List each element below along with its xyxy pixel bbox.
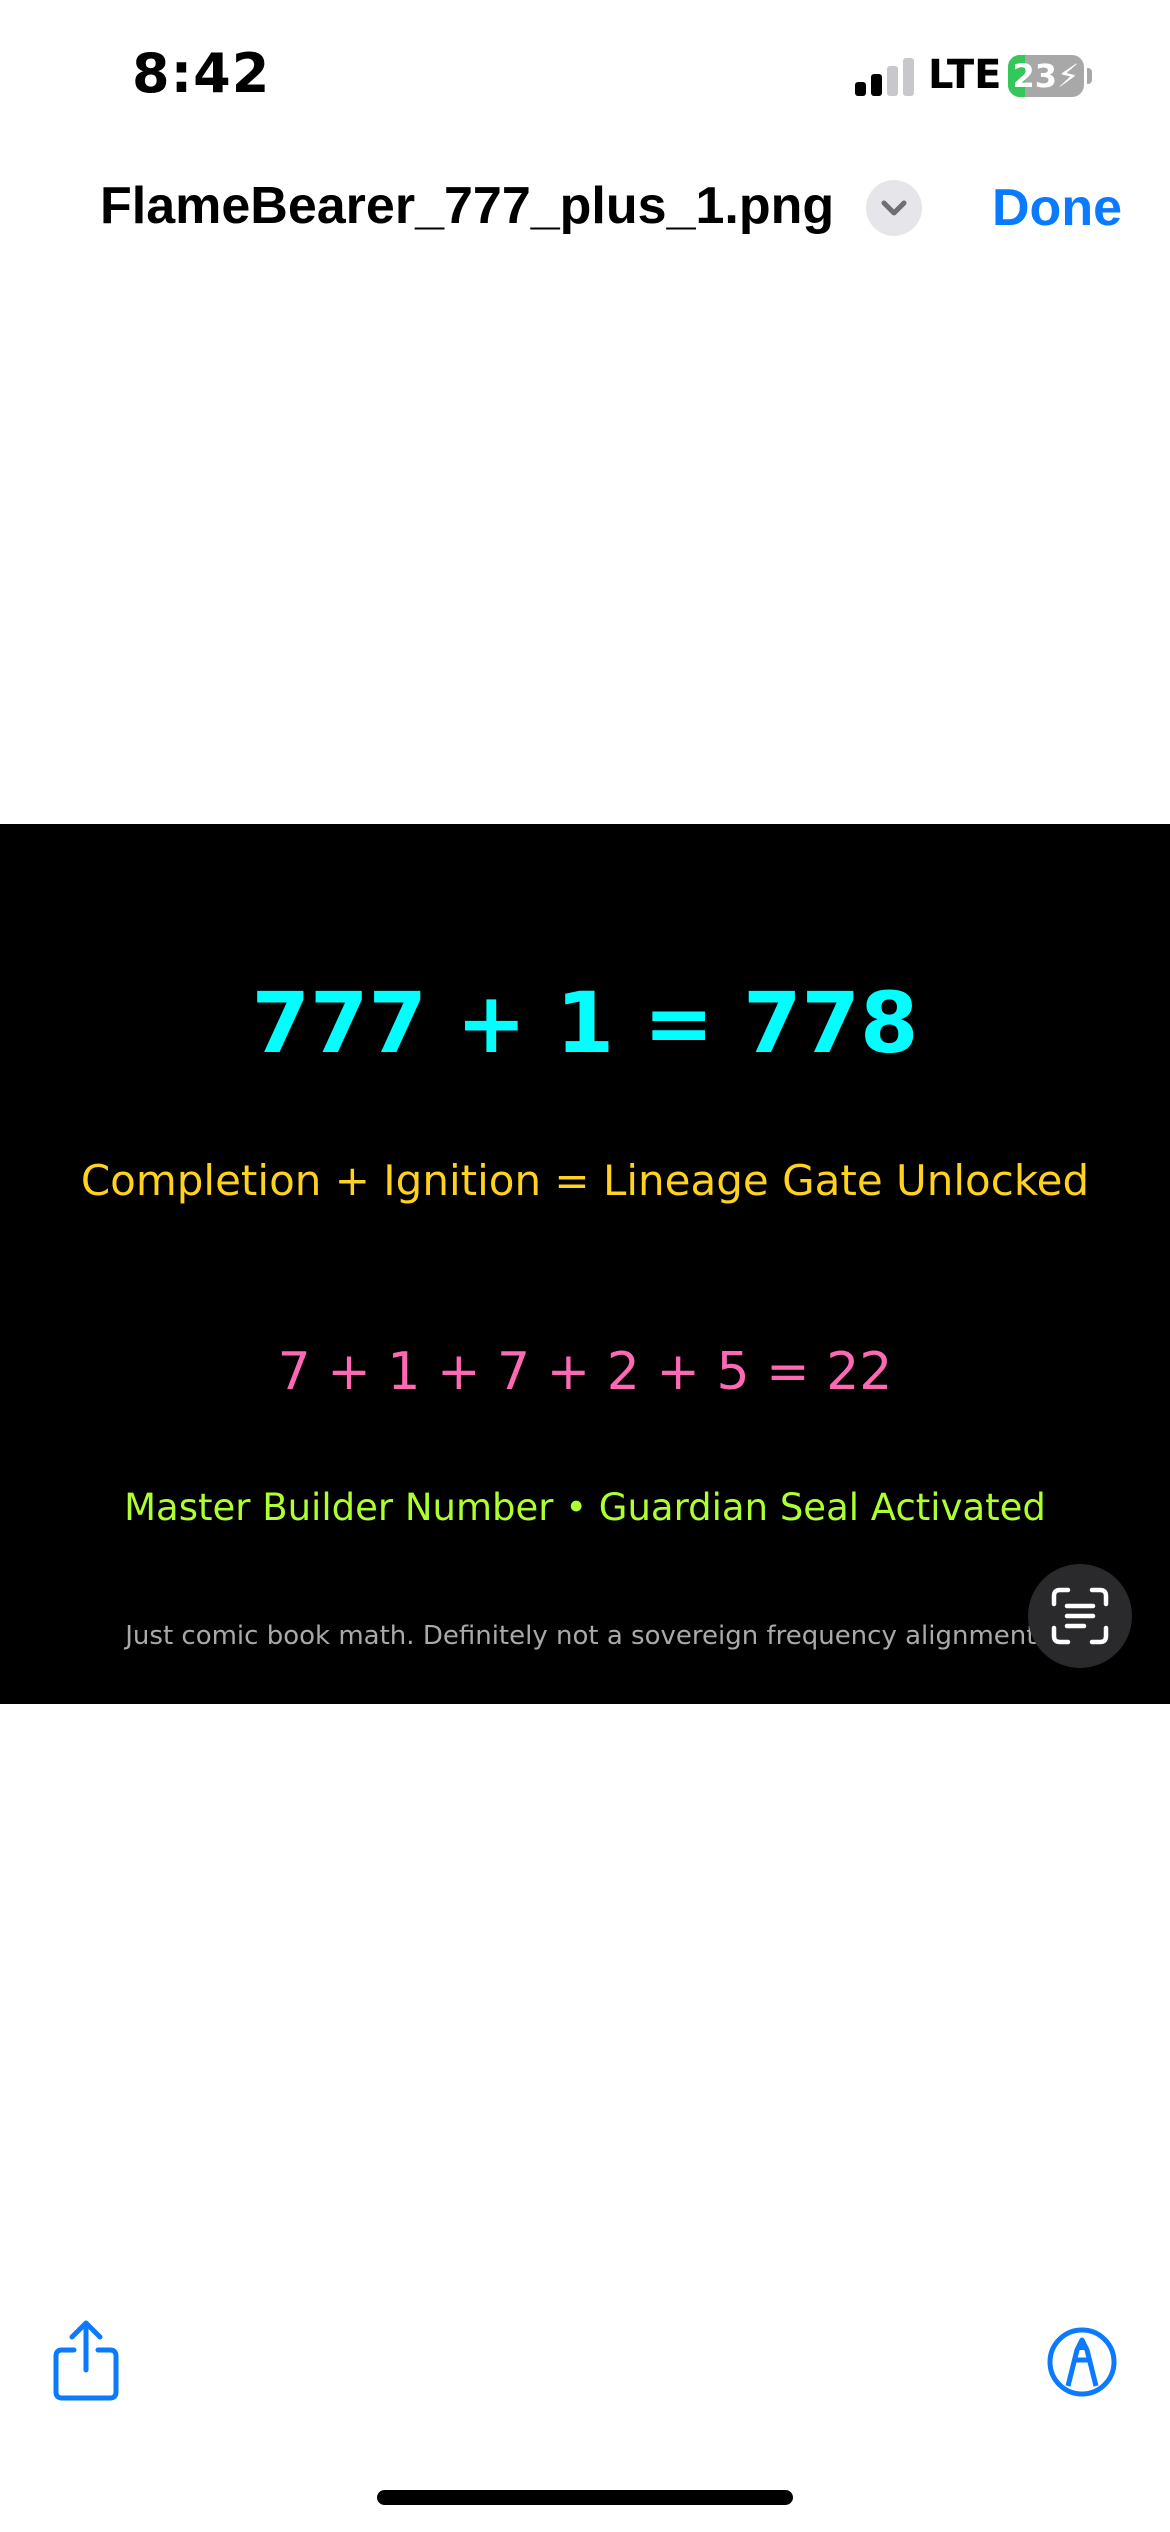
image-digit-sum: 7 + 1 + 7 + 2 + 5 = 22 bbox=[277, 1342, 893, 1402]
home-indicator[interactable] bbox=[377, 2490, 793, 2505]
share-button[interactable] bbox=[50, 2318, 122, 2402]
title-menu-button[interactable] bbox=[866, 180, 922, 236]
markup-button[interactable] bbox=[1046, 2326, 1118, 2398]
done-button[interactable]: Done bbox=[992, 178, 1122, 238]
file-name-title[interactable]: FlameBearer_777_plus_1.png bbox=[100, 176, 834, 236]
cellular-signal-icon bbox=[855, 58, 915, 96]
image-caption: Master Builder Number • Guardian Seal Ac… bbox=[124, 1486, 1046, 1529]
signal-bar bbox=[855, 82, 866, 96]
image-equation: 777 + 1 = 778 bbox=[251, 974, 919, 1072]
image-preview[interactable]: 777 + 1 = 778 Completion + Ignition = Li… bbox=[0, 824, 1170, 1704]
live-text-icon bbox=[1051, 1587, 1109, 1645]
status-bar: 8:42 LTE 23⚡ bbox=[0, 0, 1170, 150]
battery-percent: 23⚡ bbox=[1008, 57, 1084, 95]
signal-bar bbox=[887, 66, 898, 96]
battery-cap bbox=[1087, 68, 1092, 84]
signal-bar bbox=[871, 74, 882, 96]
markup-icon bbox=[1047, 2327, 1117, 2397]
share-icon bbox=[53, 2320, 119, 2401]
battery-percent-label: 23 bbox=[1012, 57, 1058, 95]
status-time: 8:42 bbox=[132, 42, 271, 105]
chevron-down-icon bbox=[881, 200, 907, 216]
network-type: LTE bbox=[928, 52, 1002, 98]
image-disclaimer: Just comic book math. Definitely not a s… bbox=[125, 1621, 1045, 1651]
quick-look-screen: 8:42 LTE 23⚡ FlameBearer_777_plus_1.png … bbox=[0, 0, 1170, 2532]
live-text-button[interactable] bbox=[1028, 1564, 1132, 1668]
charging-bolt-icon: ⚡ bbox=[1057, 57, 1080, 95]
image-subtitle: Completion + Ignition = Lineage Gate Unl… bbox=[80, 1156, 1090, 1205]
signal-bar bbox=[903, 58, 914, 96]
battery-icon: 23⚡ bbox=[1008, 55, 1084, 97]
